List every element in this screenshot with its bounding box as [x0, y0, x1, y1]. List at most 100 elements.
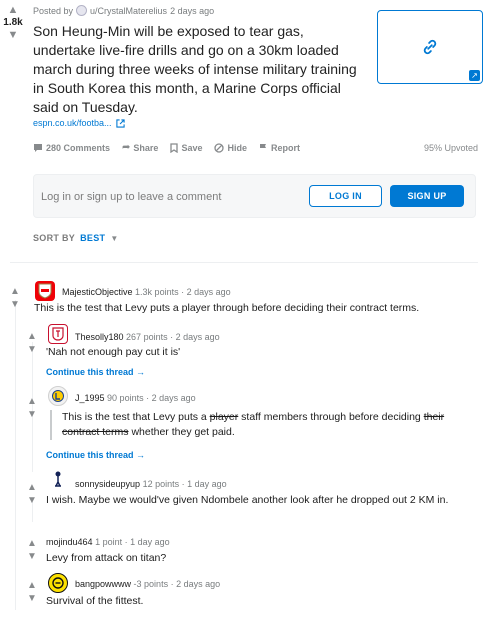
upvote-arrow-icon[interactable]: ▲	[27, 482, 37, 495]
comment-body: I wish. Maybe we would've given Ndombele…	[46, 494, 449, 506]
comment-meta: mojindu464 1 point · 1 day ago	[46, 537, 170, 547]
posted-by-prefix: Posted by	[33, 5, 74, 16]
comment-login-prompt: Log in or sign up to leave a comment LOG…	[33, 174, 476, 218]
comment-author[interactable]: MajesticObjective	[62, 287, 133, 297]
body-text: staff members through before deciding	[238, 411, 424, 423]
upvote-arrow-icon[interactable]: ▲	[10, 286, 20, 299]
arsenal-crest-icon	[38, 283, 52, 299]
comment-body: 'Nah not enough pay cut it is'	[46, 346, 181, 358]
comment-age: 2 days ago	[151, 393, 196, 403]
link-thumbnail[interactable]: ↗	[377, 10, 483, 84]
comment-author[interactable]: Thesolly180	[75, 332, 124, 342]
downvote-arrow-icon[interactable]: ▼	[27, 344, 37, 357]
downvote-arrow-icon[interactable]: ▼	[27, 409, 37, 422]
comment-author[interactable]: J_1995	[75, 393, 105, 403]
comment-age: 1 day ago	[130, 537, 170, 547]
hide-button[interactable]: Hide	[214, 142, 247, 153]
chevron-down-icon: ▼	[110, 233, 119, 243]
post-vote-column: ▲ 1.8k ▼	[2, 4, 24, 41]
comment-body-quote: This is the test that Levy puts a player…	[50, 410, 470, 440]
comment-points: 1.3k points	[135, 287, 179, 297]
comment-author[interactable]: bangpowwww	[75, 579, 131, 589]
liverpool-crest-icon	[52, 327, 64, 341]
save-button[interactable]: Save	[170, 142, 202, 153]
post-action-bar: 280 Comments ➦ Share Save Hide Report	[33, 142, 300, 153]
comment-vote: ▲ ▼	[25, 580, 39, 606]
upvote-ratio: 95% Upvoted	[423, 143, 478, 153]
continue-thread-link[interactable]: Continue this thread →	[46, 450, 145, 460]
comment-vote: ▲ ▼	[25, 331, 39, 357]
signup-button[interactable]: SIGN UP	[390, 185, 464, 207]
post-age: 2 days ago	[170, 5, 215, 16]
open-external-icon: ↗	[469, 70, 480, 81]
comments-label: 280 Comments	[46, 142, 111, 153]
section-divider	[10, 262, 478, 263]
comment-points: 267 points	[126, 332, 168, 342]
downvote-arrow-icon[interactable]: ▼	[27, 593, 37, 606]
sort-label: SORT BY	[33, 233, 76, 243]
comment-points: 12 points	[142, 479, 180, 489]
share-icon: ➦	[122, 142, 131, 153]
comment-icon	[34, 143, 42, 152]
post-author-link[interactable]: u/CrystalMaterelius	[90, 6, 167, 16]
comment-age: 1 day ago	[187, 479, 227, 489]
share-label: Share	[133, 142, 159, 153]
comment-age: 2 days ago	[175, 332, 220, 342]
post-title[interactable]: Son Heung-Min will be exposed to tear ga…	[33, 22, 365, 117]
post-domain-link[interactable]: espn.co.uk/footba...	[33, 118, 125, 128]
struck-text: player	[209, 411, 239, 423]
comment-body: This is the test that Levy puts a player…	[34, 302, 420, 314]
leeds-crest-icon	[52, 390, 64, 402]
comment-vote: ▲ ▼	[25, 482, 39, 508]
report-button[interactable]: Report	[259, 142, 300, 153]
comment-meta: sonnysideupyup 12 points · 1 day ago	[75, 479, 227, 489]
link-icon	[423, 39, 437, 55]
downvote-arrow-icon[interactable]: ▼	[6, 29, 20, 41]
sort-value: BEST	[80, 233, 106, 243]
upvote-arrow-icon[interactable]: ▲	[27, 396, 37, 409]
flag-icon	[259, 143, 266, 152]
dortmund-crest-icon	[52, 577, 64, 589]
hide-label: Hide	[227, 142, 247, 153]
avatar	[48, 324, 68, 344]
upvote-arrow-icon[interactable]: ▲	[27, 331, 37, 344]
body-text: whether they get paid.	[128, 426, 235, 438]
downvote-arrow-icon[interactable]: ▼	[27, 495, 37, 508]
comment-author[interactable]: mojindu464	[46, 537, 93, 547]
tottenham-cockerel-icon	[55, 471, 61, 487]
save-label: Save	[181, 142, 203, 153]
post-score: 1.8k	[3, 17, 23, 28]
upvote-arrow-icon[interactable]: ▲	[27, 580, 37, 593]
comment-points: 90 points	[107, 393, 144, 403]
comment-points: -3 points	[133, 579, 169, 589]
comment-author[interactable]: sonnysideupyup	[75, 479, 140, 489]
comment-meta: J_1995 90 points · 2 days ago	[75, 393, 196, 403]
comment-age: 2 days ago	[176, 579, 221, 589]
avatar	[48, 386, 68, 406]
thread-line	[15, 300, 16, 610]
comment-meta: bangpowwww -3 points · 2 days ago	[75, 579, 221, 589]
comment-age: 2 days ago	[186, 287, 231, 297]
author-flair-icon	[76, 5, 88, 16]
downvote-arrow-icon[interactable]: ▼	[10, 299, 20, 312]
upvote-arrow-icon[interactable]: ▲	[27, 538, 37, 551]
avatar	[48, 469, 68, 489]
comment-meta: Thesolly180 267 points · 2 days ago	[75, 332, 220, 342]
comment-vote: ▲ ▼	[8, 286, 22, 312]
comments-button[interactable]: 280 Comments	[33, 142, 110, 153]
hide-icon	[214, 142, 225, 153]
comment-vote: ▲ ▼	[25, 538, 39, 564]
continue-thread-link[interactable]: Continue this thread →	[46, 367, 145, 377]
report-label: Report	[270, 142, 300, 153]
external-link-icon	[115, 118, 125, 128]
login-button[interactable]: LOG IN	[309, 185, 382, 207]
comment-vote: ▲ ▼	[25, 396, 39, 422]
share-button[interactable]: ➦ Share	[122, 142, 158, 153]
comment-body: Levy from attack on titan?	[46, 552, 167, 564]
downvote-arrow-icon[interactable]: ▼	[27, 551, 37, 564]
comment-meta: MajesticObjective 1.3k points · 2 days a…	[62, 287, 231, 297]
comment-sort[interactable]: SORT BY BEST ▼	[33, 233, 119, 243]
comment-points: 1 point	[95, 537, 123, 547]
comment-prompt-text: Log in or sign up to leave a comment	[41, 191, 222, 203]
upvote-arrow-icon[interactable]: ▲	[6, 4, 20, 16]
